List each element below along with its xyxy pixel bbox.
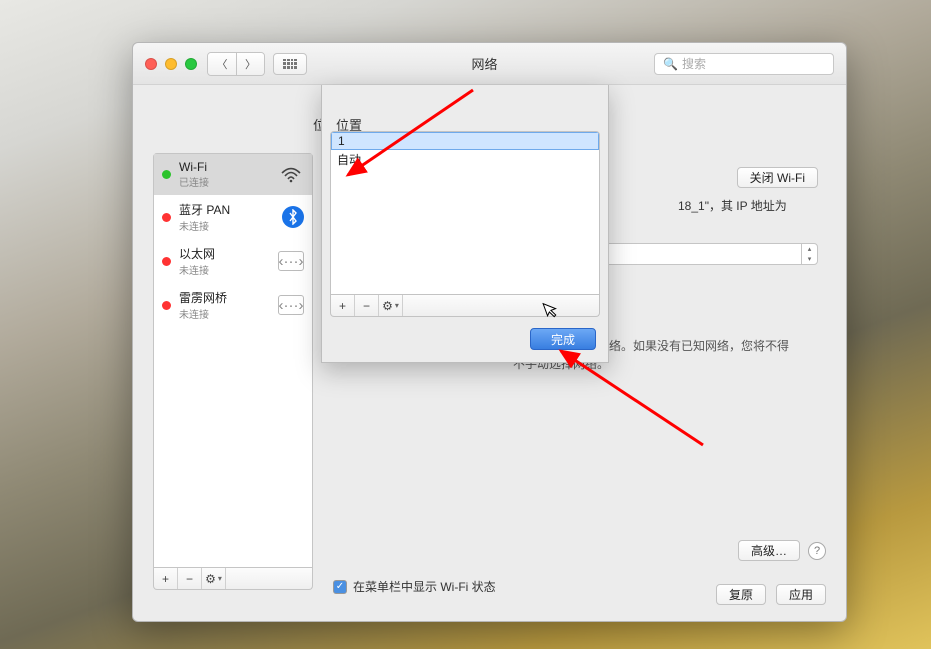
- chevron-down-icon: ▾: [218, 574, 222, 583]
- status-dot-icon: [162, 257, 171, 266]
- close-button[interactable]: [145, 58, 157, 70]
- ethernet-icon: ‹···›: [278, 251, 304, 271]
- location-sheet: 位置 1 自动 + − ⚙▾ 完成: [321, 85, 609, 363]
- search-field[interactable]: 🔍 搜索: [654, 53, 834, 75]
- turn-off-wifi-button[interactable]: 关闭 Wi-Fi: [737, 167, 818, 188]
- sidebar-item-bluetooth-pan[interactable]: 蓝牙 PAN 未连接: [154, 195, 312, 239]
- titlebar: 〈 〉 网络 🔍 搜索: [133, 43, 846, 85]
- location-row-editing[interactable]: 1: [331, 132, 599, 150]
- zoom-button[interactable]: [185, 58, 197, 70]
- network-prefs-window: 〈 〉 网络 🔍 搜索 位 Wi-Fi 已连接: [132, 42, 847, 622]
- bluetooth-icon: [282, 206, 304, 228]
- window-title: 网络: [315, 54, 654, 73]
- remove-service-button[interactable]: −: [178, 568, 202, 589]
- advanced-button[interactable]: 高级…: [738, 540, 800, 561]
- show-wifi-menubar-checkbox[interactable]: ✓ 在菜单栏中显示 Wi-Fi 状态: [333, 578, 496, 595]
- revert-button[interactable]: 复原: [716, 584, 766, 605]
- apply-button[interactable]: 应用: [776, 584, 826, 605]
- checkbox-icon: ✓: [333, 580, 347, 594]
- add-location-button[interactable]: +: [331, 295, 355, 316]
- grid-icon: [283, 59, 297, 69]
- minimize-button[interactable]: [165, 58, 177, 70]
- gear-icon: ⚙: [205, 572, 216, 586]
- chevron-down-icon: ▾: [395, 301, 399, 310]
- sidebar-toolbar: + − ⚙▾: [153, 568, 313, 590]
- sidebar-item-ethernet[interactable]: 以太网 未连接 ‹···›: [154, 239, 312, 283]
- search-placeholder: 搜索: [682, 55, 706, 72]
- forward-button[interactable]: 〉: [236, 53, 264, 75]
- location-row[interactable]: 自动: [331, 150, 599, 168]
- nav-back-forward: 〈 〉: [207, 52, 265, 76]
- done-button[interactable]: 完成: [530, 328, 596, 350]
- status-dot-icon: [162, 170, 171, 179]
- select-stepper[interactable]: ▴▾: [801, 244, 817, 264]
- gear-icon: ⚙: [382, 299, 393, 313]
- search-icon: 🔍: [663, 57, 678, 71]
- wifi-icon: [278, 165, 304, 185]
- sidebar-item-thunderbolt-bridge[interactable]: 雷雳网桥 未连接 ‹···›: [154, 283, 312, 327]
- back-button[interactable]: 〈: [208, 53, 236, 75]
- ip-info-text: 18_1"，其 IP 地址为: [678, 197, 818, 214]
- location-list: 1 自动: [330, 131, 600, 295]
- show-all-button[interactable]: [273, 53, 307, 75]
- content-area: 位 Wi-Fi 已连接 蓝牙 PAN 未连接: [133, 85, 846, 621]
- sidebar-item-wifi[interactable]: Wi-Fi 已连接: [154, 154, 312, 195]
- service-actions-menu[interactable]: ⚙▾: [202, 568, 226, 589]
- location-actions-menu[interactable]: ⚙▾: [379, 295, 403, 316]
- window-controls: [145, 58, 197, 70]
- status-dot-icon: [162, 213, 171, 222]
- status-dot-icon: [162, 301, 171, 310]
- add-service-button[interactable]: +: [154, 568, 178, 589]
- thunderbolt-icon: ‹···›: [278, 295, 304, 315]
- services-sidebar: Wi-Fi 已连接 蓝牙 PAN 未连接: [153, 153, 313, 568]
- help-button[interactable]: ?: [808, 542, 826, 560]
- remove-location-button[interactable]: −: [355, 295, 379, 316]
